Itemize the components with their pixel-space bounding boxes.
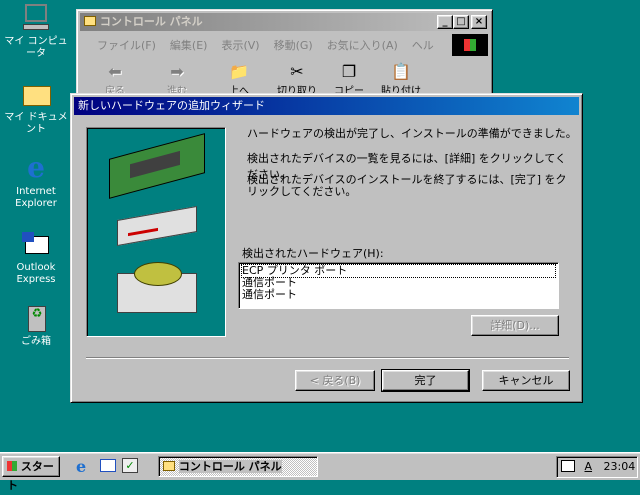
back-button[interactable]: < 戻る(B) (295, 370, 375, 391)
folder-up-icon: 📁 (229, 62, 249, 81)
modem-icon (117, 205, 197, 247)
desktop-icon-my-computer[interactable]: マイ コンピュータ (0, 2, 72, 60)
windows-logo-icon (7, 461, 17, 471)
desktop-icon-label: ごみ箱 (21, 336, 51, 347)
menu-go[interactable]: 移動(G) (274, 39, 313, 52)
computer-icon (20, 2, 52, 34)
desktop-icon-recycle-bin[interactable]: ♻ ごみ箱 (0, 302, 72, 348)
close-button[interactable]: × (471, 15, 487, 29)
menu-bar: ファイル(F) 編集(E) 表示(V) 移動(G) お気に入り(A) ヘル (87, 36, 447, 56)
minimize-button[interactable]: _ (437, 15, 453, 29)
wizard-title-bar[interactable]: 新しいハードウェアの追加ウィザード (74, 97, 579, 115)
wizard-text-1: ハードウェアの検出が完了し、インストールの準備ができました。 (247, 127, 577, 140)
system-tray: A 23:04 (556, 456, 638, 478)
folder-icon (84, 16, 96, 26)
desktop-icon-label: Outlook Express (16, 262, 56, 285)
folder-icon (20, 78, 52, 110)
menu-view[interactable]: 表示(V) (221, 39, 259, 52)
quick-launch-outlook-icon[interactable] (100, 459, 116, 472)
clock[interactable]: 23:04 (604, 460, 636, 473)
paste-button[interactable]: 📋 貼り付け (377, 62, 425, 97)
cut-button[interactable]: ✂ 切り取り (273, 62, 321, 97)
menu-file[interactable]: ファイル(F) (97, 39, 156, 52)
hardware-listbox[interactable]: ECP プリンタ ポート 通信ポート 通信ポート (238, 262, 559, 309)
up-button[interactable]: 📁 上へ (215, 62, 263, 97)
cd-drive-icon (117, 262, 197, 313)
taskbar: スタート e ✓ コントロール パネル A 23:04 (0, 452, 640, 492)
copy-button[interactable]: ❐ コピー (325, 62, 373, 97)
quick-launch-channels-icon[interactable]: ✓ (122, 458, 138, 473)
menu-favorites[interactable]: お気に入り(A) (327, 39, 398, 52)
wizard-image-panel (86, 127, 226, 337)
recycle-bin-icon: ♻ (20, 302, 52, 334)
wizard-text-3: 検出されたデバイスのインストールを終了するには、[完了] をクリックしてください… (247, 173, 567, 198)
desktop-icon-internet-explorer[interactable]: e Internet Explorer (0, 152, 72, 210)
control-panel-title-bar[interactable]: コントロール パネル _ □ × (80, 13, 489, 31)
copy-icon: ❐ (341, 62, 357, 81)
ime-indicator[interactable]: A (585, 460, 593, 473)
desktop-icon-label: マイ ドキュメント (4, 112, 68, 135)
windows-logo-icon (452, 34, 488, 56)
window-title: コントロール パネル (99, 15, 203, 28)
finish-button[interactable]: 完了 (381, 369, 470, 392)
separator (86, 357, 569, 359)
expansion-card-icon (109, 133, 205, 199)
back-button[interactable]: ⬅ 戻る (91, 62, 139, 97)
hardware-list-label: 検出されたハードウェア(H): (242, 247, 384, 260)
desktop-icon-my-documents[interactable]: マイ ドキュメント (0, 78, 72, 136)
details-button[interactable]: 詳細(D)... (471, 315, 559, 336)
quick-launch-ie-icon[interactable]: e (76, 457, 86, 476)
scissors-icon: ✂ (290, 62, 304, 81)
paste-icon: 📋 (391, 62, 411, 81)
wizard-title: 新しいハードウェアの追加ウィザード (78, 99, 265, 112)
start-button[interactable]: スタート (2, 456, 60, 492)
outlook-icon (20, 228, 52, 260)
list-item[interactable]: 通信ポート (242, 289, 555, 301)
ie-icon: e (27, 151, 45, 184)
cancel-button[interactable]: キャンセル (482, 370, 570, 391)
menu-help[interactable]: ヘル (412, 39, 434, 52)
maximize-button[interactable]: □ (453, 15, 469, 29)
menu-edit[interactable]: 編集(E) (170, 39, 208, 52)
desktop-icon-outlook-express[interactable]: Outlook Express (0, 228, 72, 286)
desktop-icon-label: マイ コンピュータ (4, 36, 68, 59)
taskbar-task-control-panel[interactable]: コントロール パネル (158, 456, 318, 477)
arrow-left-icon: ⬅ (108, 62, 122, 81)
add-hardware-wizard-dialog: 新しいハードウェアの追加ウィザード ハードウェアの検出が完了し、インストールの準… (70, 93, 583, 403)
arrow-right-icon: ➡ (170, 62, 184, 81)
desktop-icon-label: Internet Explorer (15, 186, 57, 209)
forward-button[interactable]: ➡ 進む (153, 62, 201, 97)
scheduler-icon[interactable] (561, 460, 575, 472)
folder-icon (163, 461, 175, 471)
